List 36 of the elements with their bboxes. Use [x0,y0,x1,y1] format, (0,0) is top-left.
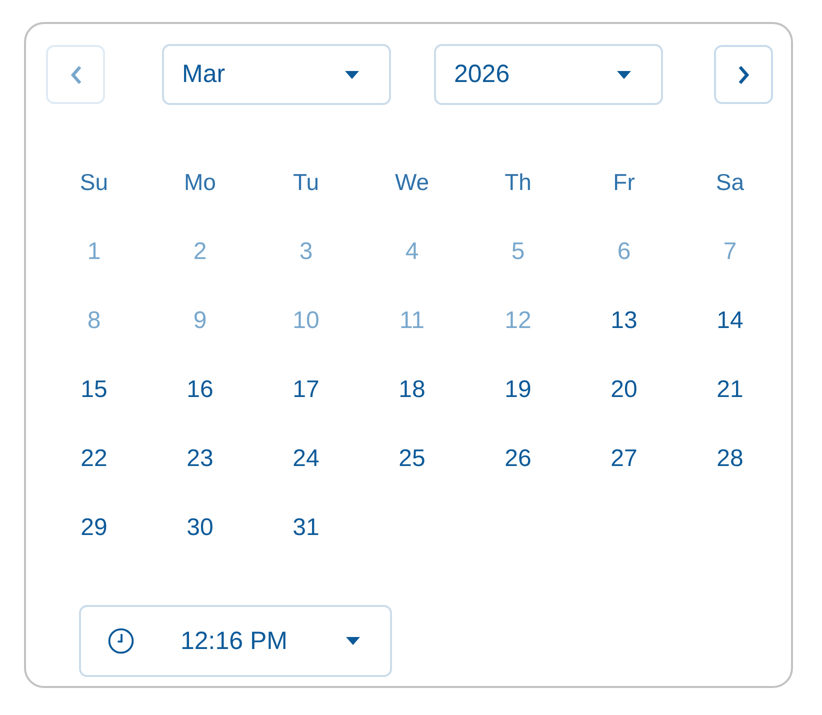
time-select[interactable]: 12:16 PM [79,605,392,677]
day-button[interactable]: 19 [500,374,536,406]
weekday-label: Th [504,169,532,196]
weekday-label: Sa [716,169,744,196]
day-button[interactable]: 30 [182,512,218,544]
day-button[interactable]: 17 [288,374,324,406]
day-button[interactable]: 16 [182,374,218,406]
weekday-label: Mo [184,169,216,196]
day-button[interactable]: 15 [76,374,112,406]
caret-down-icon [617,70,631,78]
day-button[interactable]: 29 [76,512,112,544]
day-button[interactable]: 22 [76,442,112,474]
day-button[interactable]: 31 [288,512,324,544]
day-button[interactable]: 13 [606,304,642,336]
day-button[interactable]: 23 [182,442,218,474]
day-button[interactable]: 20 [606,374,642,406]
month-select[interactable]: Mar [162,44,391,105]
next-month-button[interactable] [714,45,773,104]
day-button[interactable]: 25 [394,442,430,474]
day-button[interactable]: 21 [712,374,748,406]
day-button[interactable]: 28 [712,442,748,474]
chevron-left-icon [70,64,82,84]
weekday-label: We [394,169,430,196]
weekday-label: Fr [613,169,635,196]
chevron-right-icon [738,64,750,84]
year-select[interactable]: 2026 [434,44,663,105]
caret-down-icon [346,637,360,645]
weekday-label: Su [80,169,108,196]
day-button[interactable]: 14 [712,304,748,336]
weekday-label: Tu [293,169,319,196]
day-button[interactable]: 24 [288,442,324,474]
day-button[interactable]: 27 [606,442,642,474]
clock-icon [108,628,134,654]
caret-down-icon [345,70,359,78]
day-button[interactable]: 18 [394,374,430,406]
day-button[interactable]: 26 [500,442,536,474]
